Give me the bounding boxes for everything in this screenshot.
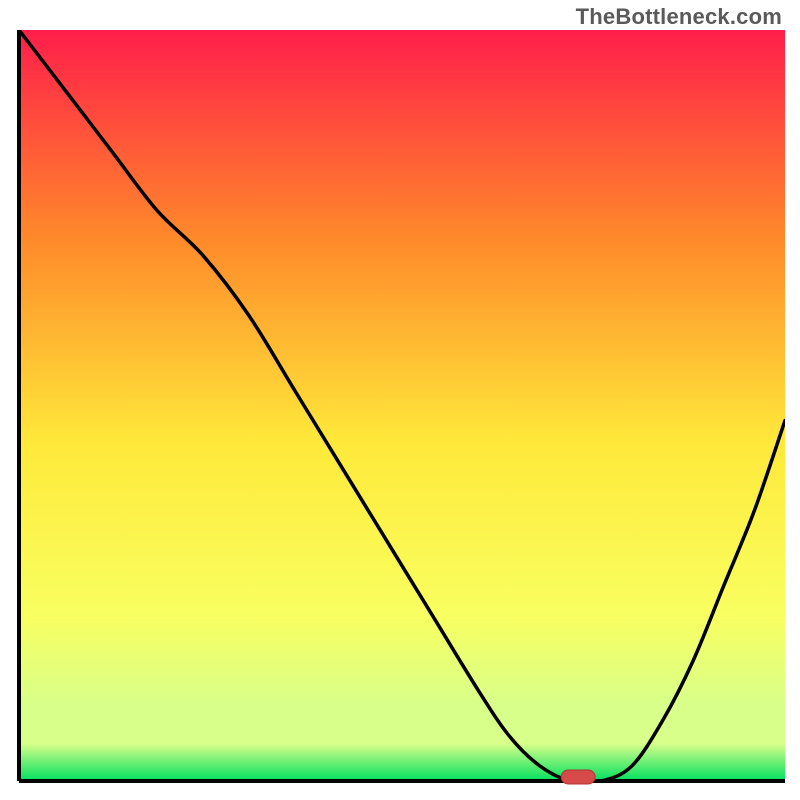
attribution-text: TheBottleneck.com [576, 4, 782, 30]
bottleneck-chart [15, 30, 785, 785]
gradient-background [19, 30, 785, 781]
chart-svg [15, 30, 785, 785]
optimal-marker [561, 770, 595, 784]
